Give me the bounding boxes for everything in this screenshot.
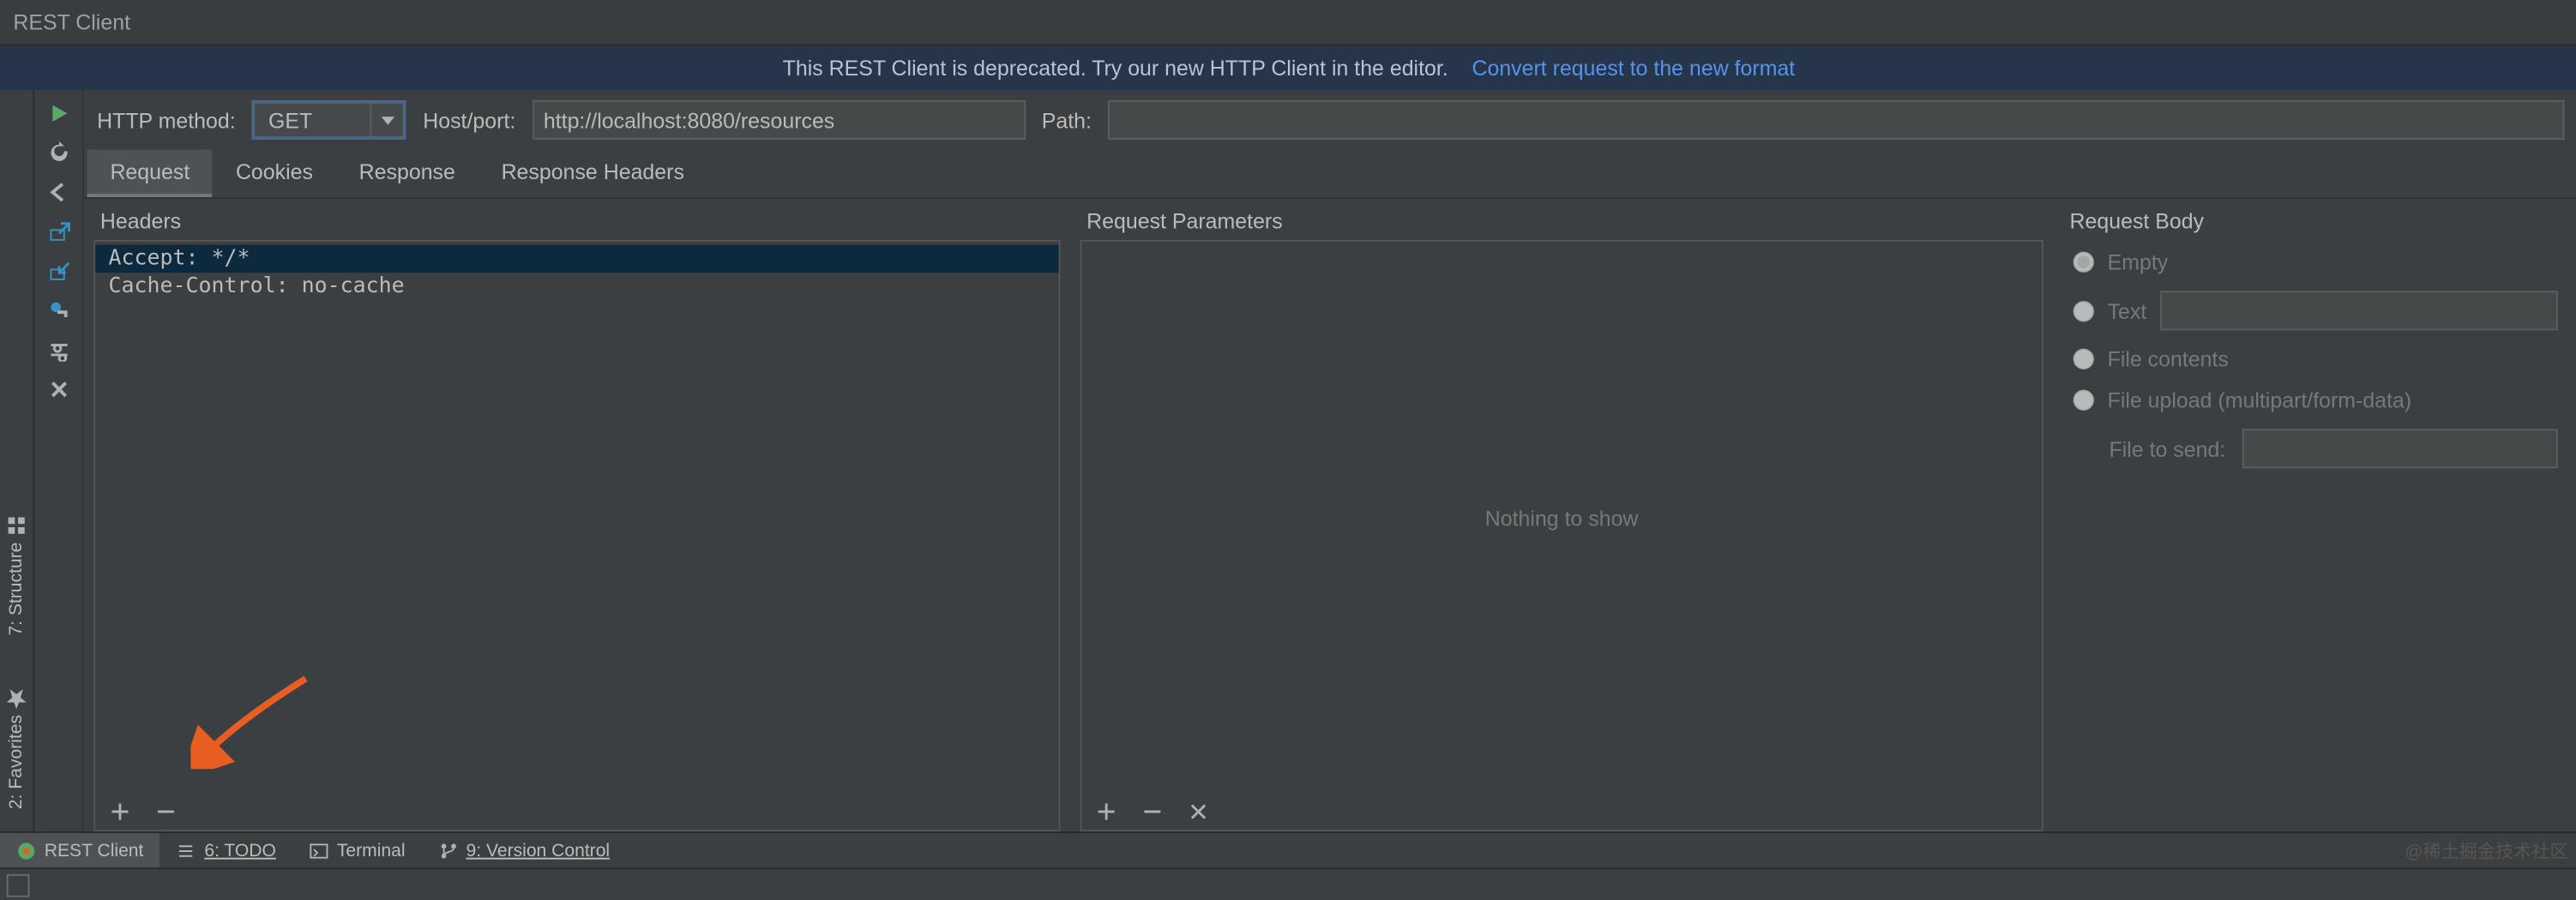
body-text-label: Text (2108, 298, 2147, 323)
http-method-select[interactable]: GET (252, 100, 406, 140)
status-bar (0, 867, 2576, 900)
convert-request-link[interactable]: Convert request to the new format (1472, 56, 1795, 81)
status-indicator-icon[interactable] (7, 873, 30, 897)
parameters-empty-text: Nothing to show (1081, 242, 2042, 794)
export-icon[interactable] (45, 219, 72, 245)
http-method-value: GET (256, 108, 370, 133)
back-icon[interactable] (45, 179, 72, 206)
add-param-button[interactable] (1095, 801, 1118, 824)
structure-icon (7, 515, 27, 535)
deprecation-banner: This REST Client is deprecated. Try our … (0, 46, 2576, 91)
request-parameters-panel: Request Parameters Nothing to show (1070, 199, 2053, 831)
request-line: HTTP method: GET Host/port: Path: (84, 90, 2576, 149)
clear-params-button[interactable] (1187, 801, 1210, 824)
header-row[interactable]: Accept: */* (95, 245, 1058, 273)
file-to-send-input[interactable] (2242, 429, 2557, 468)
rest-client-icon (16, 841, 36, 861)
body-file-upload-label: File upload (multipart/form-data) (2108, 387, 2412, 412)
tab-request[interactable]: Request (87, 149, 214, 197)
body-empty-label: Empty (2108, 249, 2169, 274)
path-label: Path: (1042, 108, 1092, 133)
favorites-tool-tab[interactable]: 2: Favorites (0, 678, 33, 819)
list-icon (177, 841, 196, 861)
body-file-contents-radio[interactable] (2073, 348, 2094, 369)
chevron-down-icon[interactable] (370, 104, 403, 136)
request-body-title: Request Body (2063, 199, 2568, 240)
branch-icon (438, 841, 458, 861)
rest-client-tool-button[interactable]: REST Client (0, 833, 160, 867)
request-body-panel: Request Body Empty Text (2053, 199, 2576, 831)
body-empty-radio[interactable] (2073, 251, 2094, 273)
terminal-icon (309, 841, 328, 861)
terminal-tool-button[interactable]: Terminal (292, 833, 422, 867)
headers-list[interactable]: Accept: */* Cache-Control: no-cache (95, 242, 1058, 794)
banner-text: This REST Client is deprecated. Try our … (783, 56, 1448, 81)
auth-icon[interactable] (45, 297, 72, 324)
settings-icon[interactable] (45, 337, 72, 363)
window-title: REST Client (0, 0, 2576, 46)
import-icon[interactable] (45, 258, 72, 285)
request-tabs: Request Cookies Response Response Header… (84, 149, 2576, 199)
action-toolbar (34, 90, 84, 831)
tab-response[interactable]: Response (336, 149, 478, 197)
left-vertical-tabs: 7: Structure 2: Favorites (0, 90, 34, 831)
remove-param-button[interactable] (1141, 801, 1164, 824)
star-icon (7, 687, 27, 707)
add-header-button[interactable] (109, 801, 132, 824)
remove-header-button[interactable] (154, 801, 178, 824)
headers-title: Headers (93, 199, 1060, 240)
version-control-tool-button[interactable]: 9: Version Control (422, 833, 627, 867)
body-file-contents-label: File contents (2108, 346, 2229, 371)
refresh-icon[interactable] (45, 140, 72, 166)
todo-tool-button[interactable]: 6: TODO (160, 833, 293, 867)
tab-cookies[interactable]: Cookies (213, 149, 336, 197)
host-port-input[interactable] (532, 100, 1025, 140)
structure-tool-tab[interactable]: 7: Structure (0, 506, 33, 645)
body-text-input[interactable] (2160, 291, 2558, 330)
file-to-send-label: File to send: (2110, 436, 2226, 461)
request-parameters-title: Request Parameters (1080, 199, 2043, 240)
run-icon[interactable] (45, 100, 72, 127)
tab-response-headers[interactable]: Response Headers (478, 149, 707, 197)
close-icon[interactable] (45, 376, 72, 403)
host-port-label: Host/port: (423, 108, 515, 133)
watermark: @稀土掘金技术社区 (2404, 837, 2576, 864)
path-input[interactable] (1108, 100, 2564, 140)
body-text-radio[interactable] (2073, 300, 2094, 321)
header-row[interactable]: Cache-Control: no-cache (95, 273, 1058, 301)
bottom-toolbar: REST Client 6: TODO Terminal 9: Version … (0, 831, 2576, 867)
headers-panel: Headers Accept: */* Cache-Control: no-ca… (84, 199, 1070, 831)
http-method-label: HTTP method: (97, 108, 236, 133)
body-file-upload-radio[interactable] (2073, 389, 2094, 411)
